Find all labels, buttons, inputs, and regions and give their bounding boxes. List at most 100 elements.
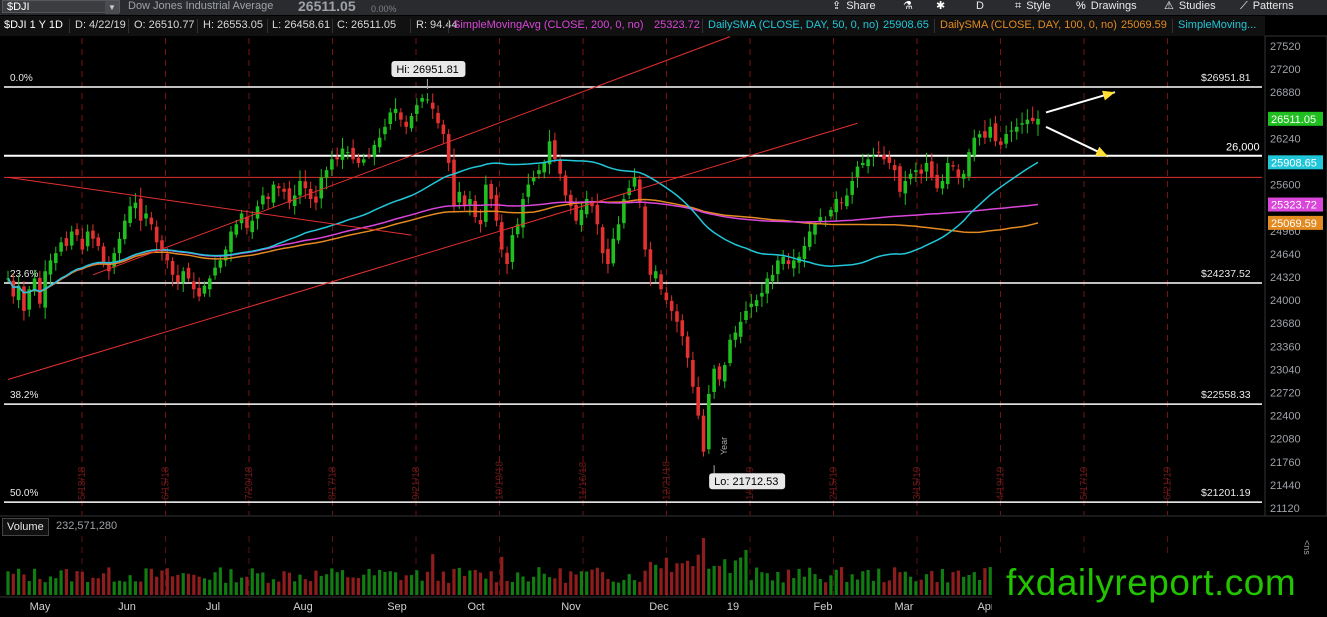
candle-body (855, 166, 860, 178)
volume-bar (478, 572, 483, 595)
y-tick-label: 22400 (1270, 411, 1301, 423)
candle-body (606, 248, 610, 265)
candle-body (319, 177, 324, 199)
candle-body (961, 173, 966, 179)
volume-bar (962, 576, 966, 595)
volume-scale: <ns (1302, 540, 1312, 555)
volume-bar (388, 571, 392, 595)
volume-bar (871, 580, 876, 595)
candle-body (696, 387, 701, 416)
candle-body (510, 235, 515, 262)
candle-body (430, 102, 435, 109)
volume-bar (393, 572, 398, 595)
volume-bar (765, 573, 769, 595)
candle-body (845, 195, 849, 207)
volume-bar (516, 572, 520, 595)
candle-body (399, 112, 403, 120)
candle-body (632, 177, 637, 187)
month-tick-label: Dec (649, 601, 669, 613)
candle-body (202, 285, 207, 294)
hi-label: Hi: 26951.81 (396, 64, 458, 76)
volume-bar (983, 568, 987, 595)
candle-body (383, 126, 387, 135)
price-bubble-label: 26511.05 (1271, 114, 1316, 126)
volume-bar (128, 575, 132, 595)
volume-bar (22, 574, 26, 595)
volume-bar (64, 569, 69, 595)
volume-bar (319, 575, 323, 595)
candle-body (85, 231, 90, 247)
volume-title[interactable]: Volume (2, 518, 49, 536)
volume-bar (946, 582, 950, 595)
volume-bar (144, 568, 148, 595)
candle-body (330, 159, 334, 170)
candle-body (59, 242, 63, 252)
date-tick-label: 5/17/19 (1079, 466, 1090, 500)
volume-bar (930, 570, 934, 595)
volume-bar (441, 571, 445, 595)
month-tick-label: Oct (467, 601, 484, 613)
volume-bar (616, 582, 621, 595)
volume-bar (903, 571, 907, 595)
candle-body (261, 195, 265, 205)
candle-body (22, 286, 26, 311)
volume-bar (404, 575, 408, 595)
volume-bar (839, 567, 844, 595)
candle-body (1036, 118, 1040, 125)
candle-body (563, 175, 568, 196)
volume-bar (250, 568, 254, 595)
volume-bar (335, 572, 339, 595)
candle-body (691, 359, 695, 387)
candle-body (983, 131, 987, 138)
month-tick-label: Jun (118, 601, 136, 613)
volume-bar (563, 582, 568, 595)
volume-bar (425, 571, 430, 595)
candle-body (245, 216, 249, 228)
volume-bar (489, 571, 493, 595)
candle-body (993, 123, 998, 142)
volume-bar (346, 577, 350, 595)
volume-bar (728, 573, 732, 595)
volume-bar (866, 569, 870, 595)
candle-body (436, 112, 440, 124)
date-tick-label: 8/17/18 (328, 466, 339, 500)
candle-body (595, 204, 600, 225)
price-chart[interactable]: 5/18/18 6/15/18 7/20/18 8/17/18 9/21/18 10/19… (0, 0, 1327, 617)
volume-bar (80, 571, 84, 595)
volume-bar (861, 571, 865, 595)
candle-body (818, 217, 823, 222)
candle-body (123, 220, 127, 240)
volume-bar (160, 570, 164, 595)
candle-body (1025, 119, 1030, 125)
candle-body (91, 230, 95, 239)
candle-body (11, 280, 16, 297)
volume-bar (75, 571, 79, 595)
candle-body (345, 152, 350, 154)
y-tick-label: 24640 (1270, 249, 1301, 261)
volume-bar (877, 568, 881, 595)
candle-body (834, 199, 839, 213)
fib-price-label: $26951.81 (1201, 72, 1251, 84)
candle-body (951, 165, 955, 167)
volume-bar (510, 581, 514, 595)
fib-price-label: $22558.33 (1201, 389, 1251, 401)
date-tick-label: 3/15/19 (912, 466, 923, 500)
month-tick-label: Jul (206, 601, 220, 613)
volume-bar (643, 570, 647, 595)
volume-bar (176, 574, 180, 595)
volume-bar (951, 572, 955, 595)
month-tick-label: Mar (895, 601, 914, 613)
candle-body (377, 137, 382, 148)
volume-value: 232,571,280 (56, 520, 118, 532)
candle-body (207, 278, 212, 290)
candle-body (415, 105, 419, 114)
volume-bar (372, 575, 376, 595)
volume-bar (59, 570, 63, 595)
volume-bar (48, 576, 53, 595)
volume-bar (924, 574, 929, 595)
candle-body (776, 260, 780, 275)
month-tick-label: Aug (293, 601, 313, 613)
candle-body (393, 108, 398, 114)
candle-body (558, 159, 562, 174)
volume-bar (117, 580, 122, 595)
